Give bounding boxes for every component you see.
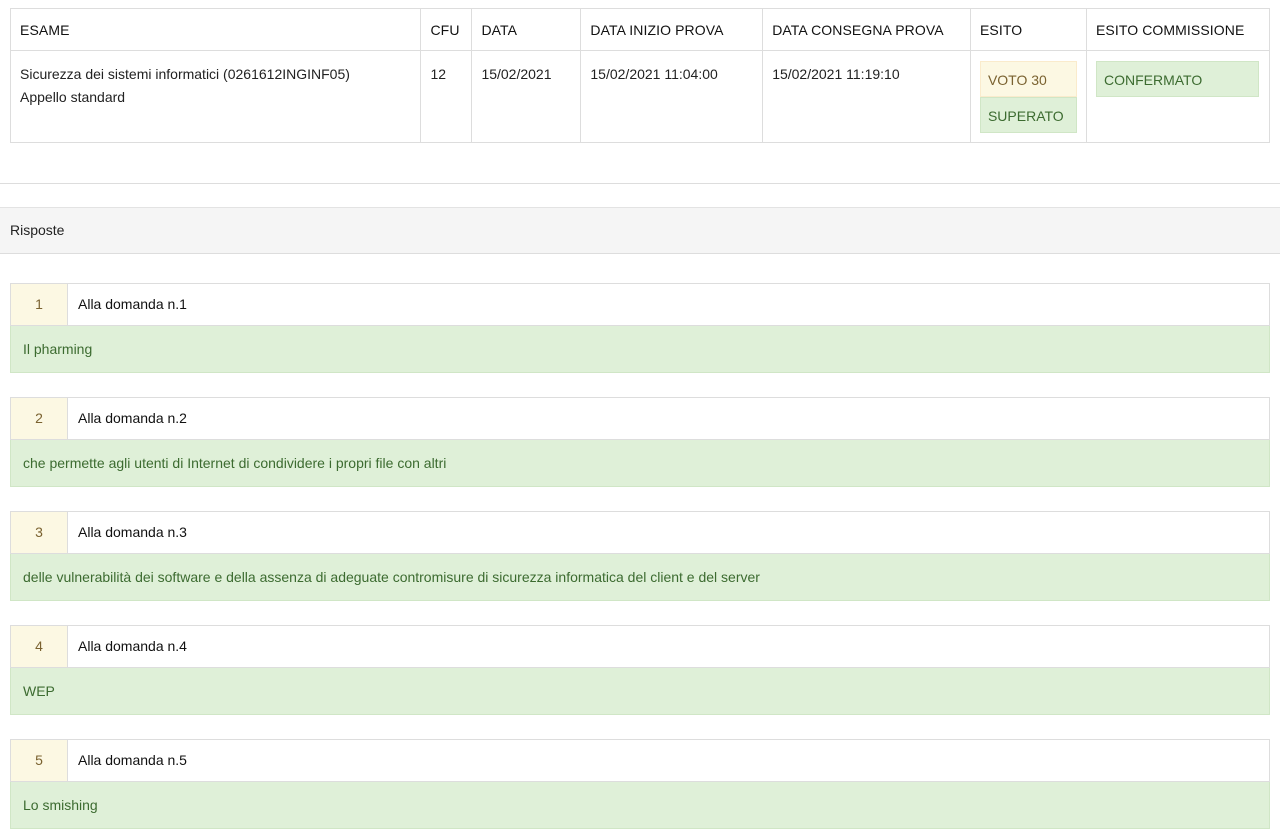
answer-card: 4 Alla domanda n.4 WEP <box>10 625 1270 715</box>
cell-esame: Sicurezza dei sistemi informatici (02616… <box>9 50 422 143</box>
header-data: DATA <box>471 8 582 51</box>
cell-data-consegna: 15/02/2021 11:19:10 <box>762 50 971 143</box>
answer-header: 2 Alla domanda n.2 <box>10 397 1270 440</box>
answer-header: 1 Alla domanda n.1 <box>10 283 1270 326</box>
answer-question: Alla domanda n.4 <box>78 638 187 654</box>
cell-data-inizio: 15/02/2021 11:04:00 <box>580 50 764 143</box>
grade-badge: VOTO 30 <box>979 61 1077 97</box>
answer-text: WEP <box>10 668 1270 715</box>
answer-number: 5 <box>11 740 68 781</box>
header-esito: ESITO <box>969 8 1087 51</box>
answer-text: Lo smishing <box>10 782 1270 829</box>
answer-card: 2 Alla domanda n.2 che permette agli ute… <box>10 397 1270 487</box>
section-title: Risposte <box>0 207 1280 254</box>
divider <box>0 183 1280 184</box>
exam-table: ESAME CFU DATA DATA INIZIO PROVA DATA CO… <box>9 8 1271 143</box>
header-data-consegna: DATA CONSEGNA PROVA <box>762 8 971 51</box>
answer-header: 5 Alla domanda n.5 <box>10 739 1270 782</box>
answer-question: Alla domanda n.5 <box>78 752 187 768</box>
answer-number: 3 <box>11 512 68 553</box>
answer-number: 2 <box>11 398 68 439</box>
answer-question: Alla domanda n.3 <box>78 524 187 540</box>
answer-header: 4 Alla domanda n.4 <box>10 625 1270 668</box>
cell-cfu: 12 <box>420 50 473 143</box>
exam-table-header-row: ESAME CFU DATA DATA INIZIO PROVA DATA CO… <box>9 8 1271 51</box>
answer-number: 1 <box>11 284 68 325</box>
header-data-inizio: DATA INIZIO PROVA <box>580 8 764 51</box>
answer-number: 4 <box>11 626 68 667</box>
table-row: Sicurezza dei sistemi informatici (02616… <box>9 50 1271 143</box>
header-esito-commissione: ESITO COMMISSIONE <box>1085 8 1271 51</box>
status-badge: SUPERATO <box>979 97 1077 133</box>
header-esame: ESAME <box>9 8 422 51</box>
exam-name: Sicurezza dei sistemi informatici (02616… <box>20 66 350 82</box>
answer-question: Alla domanda n.1 <box>78 296 187 312</box>
answer-text: Il pharming <box>10 326 1270 373</box>
answer-question: Alla domanda n.2 <box>78 410 187 426</box>
answer-card: 5 Alla domanda n.5 Lo smishing <box>10 739 1270 829</box>
answer-card: 3 Alla domanda n.3 delle vulnerabilità d… <box>10 511 1270 601</box>
cell-esito-commissione: CONFERMATO <box>1085 50 1271 143</box>
header-cfu: CFU <box>420 8 473 51</box>
exam-type: Appello standard <box>20 89 126 105</box>
cell-esito: VOTO 30 SUPERATO <box>969 50 1087 143</box>
answer-card: 1 Alla domanda n.1 Il pharming <box>10 283 1270 373</box>
answer-header: 3 Alla domanda n.3 <box>10 511 1270 554</box>
answer-text: che permette agli utenti di Internet di … <box>10 440 1270 487</box>
commission-badge: CONFERMATO <box>1095 61 1259 97</box>
cell-data: 15/02/2021 <box>471 50 582 143</box>
answer-text: delle vulnerabilità dei software e della… <box>10 554 1270 601</box>
